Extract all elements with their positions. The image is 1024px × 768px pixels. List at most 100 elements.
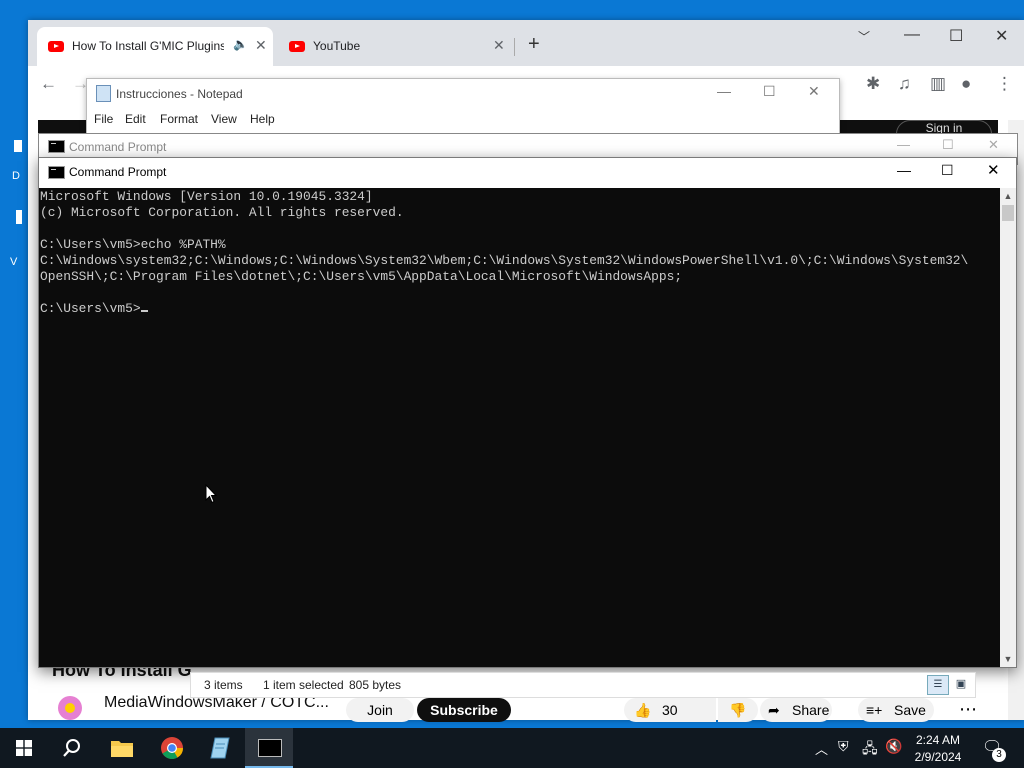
console-prompt-line[interactable]: C:\Users\vm5> — [40, 301, 1000, 317]
speaker-icon[interactable]: 🔈 — [233, 37, 248, 51]
menu-edit[interactable]: Edit — [125, 112, 146, 126]
notification-center-button[interactable]: 🗨 3 — [978, 732, 1018, 764]
maximize-icon[interactable]: ☐ — [941, 162, 954, 179]
media-icon[interactable]: ♫ — [898, 74, 911, 94]
menu-file[interactable]: File — [94, 112, 113, 126]
tab-youtube[interactable]: YouTube ✕ — [278, 27, 514, 66]
save-button[interactable]: ≡+ Save — [858, 698, 934, 722]
windows-logo-icon — [16, 740, 32, 756]
console-prompt: C:\Users\vm5> — [40, 301, 141, 316]
tab-search-icon[interactable]: ﹀ — [858, 28, 870, 45]
dislike-button[interactable]: 👎 — [718, 698, 758, 722]
maximize-icon[interactable]: ☐ — [942, 137, 954, 153]
selection-size: 805 bytes — [349, 678, 402, 692]
cmd-icon — [48, 140, 65, 153]
show-hidden-icons-icon[interactable]: ︿ — [815, 739, 828, 758]
network-icon[interactable]: 🖧 — [862, 738, 878, 762]
side-panel-icon[interactable]: ▥ — [930, 74, 946, 94]
console-line: C:\Users\vm5>echo %PATH% — [40, 237, 226, 252]
menu-format[interactable]: Format — [160, 112, 198, 126]
text-cursor — [140, 310, 148, 312]
close-tab-icon[interactable]: ✕ — [255, 37, 267, 54]
thumb-up-icon: 👍 — [634, 702, 652, 718]
cmd-icon — [48, 166, 65, 179]
share-icon: ➦ — [768, 702, 780, 718]
notification-count: 3 — [992, 748, 1006, 762]
start-button[interactable] — [0, 728, 48, 768]
cmd-icon — [258, 739, 282, 757]
close-tab-icon[interactable]: ✕ — [493, 37, 505, 54]
close-icon[interactable]: ✕ — [987, 161, 1000, 179]
tab-youtube-video[interactable]: How To Install G'MIC Plugins 🔈 ✕ — [37, 27, 273, 66]
selection-count: 1 item selected — [263, 678, 344, 692]
console-line: (c) Microsoft Corporation. All rights re… — [40, 205, 404, 220]
cmd-window: Command Prompt — ☐ ✕ Microsoft Windows [… — [38, 157, 1017, 668]
console-output[interactable]: Microsoft Windows [Version 10.0.19045.33… — [39, 188, 1000, 667]
clock-date: 2/9/2024 — [914, 750, 962, 764]
large-icons-view-icon[interactable]: ▣ — [951, 675, 971, 693]
extensions-icon[interactable]: ✱ — [866, 74, 880, 94]
minimize-icon[interactable]: — — [717, 83, 731, 99]
scroll-up-icon[interactable]: ▲ — [1000, 188, 1016, 204]
scroll-thumb[interactable] — [1002, 205, 1014, 221]
folder-icon — [111, 741, 133, 757]
minimize-icon[interactable]: — — [897, 162, 911, 178]
console-line: C:\Windows\system32;C:\Windows;C:\Window… — [40, 253, 969, 268]
minimize-icon[interactable]: — — [904, 26, 920, 44]
share-label: Share — [792, 702, 830, 718]
subscribe-button[interactable]: Subscribe — [417, 698, 511, 722]
close-icon[interactable]: ✕ — [808, 83, 820, 100]
taskbar-chrome[interactable] — [148, 728, 196, 768]
taskbar-file-explorer[interactable] — [98, 728, 146, 768]
details-view-icon[interactable]: ☰ — [927, 675, 949, 695]
back-icon[interactable]: ← — [40, 74, 57, 94]
explorer-status-bar: 3 items 1 item selected 805 bytes ☰ ▣ — [190, 672, 976, 698]
cmd-back-title: Command Prompt — [69, 140, 167, 154]
taskbar-notepad[interactable] — [196, 728, 244, 768]
subscribe-label: Subscribe — [430, 702, 498, 718]
console-line: Microsoft Windows [Version 10.0.19045.33… — [40, 189, 373, 204]
share-button[interactable]: ➦ Share — [760, 698, 832, 722]
console-scrollbar[interactable]: ▲ ▼ — [1000, 188, 1016, 667]
volume-muted-icon[interactable]: 🔇 — [885, 738, 902, 755]
chrome-icon — [161, 737, 183, 759]
profile-icon[interactable]: ● — [961, 74, 971, 94]
search-icon — [63, 739, 80, 757]
like-button[interactable]: 👍 30 — [624, 698, 716, 722]
maximize-icon[interactable]: ☐ — [763, 83, 776, 100]
youtube-icon — [289, 41, 305, 52]
tab-label: How To Install G'MIC Plugins — [72, 39, 224, 53]
menu-view[interactable]: View — [211, 112, 237, 126]
search-button[interactable] — [48, 728, 96, 768]
notepad-title: Instrucciones - Notepad — [116, 87, 243, 101]
notepad-icon — [210, 737, 230, 759]
channel-avatar[interactable] — [54, 692, 86, 720]
save-icon: ≡+ — [866, 702, 883, 718]
scroll-down-icon[interactable]: ▼ — [1000, 651, 1016, 667]
tab-strip: How To Install G'MIC Plugins 🔈 ✕ YouTube… — [28, 20, 1024, 66]
close-icon[interactable]: ✕ — [995, 26, 1008, 46]
clock-time: 2:24 AM — [915, 733, 961, 747]
menu-icon[interactable]: ⋮ — [996, 74, 1013, 94]
more-actions-icon[interactable]: ⋯ — [956, 698, 980, 722]
minimize-icon[interactable]: — — [897, 137, 910, 152]
close-icon[interactable]: ✕ — [988, 137, 999, 153]
new-tab-button[interactable]: + — [528, 33, 540, 56]
like-count: 30 — [662, 702, 678, 718]
menu-help[interactable]: Help — [250, 112, 275, 126]
console-line: OpenSSH\;C:\Program Files\dotnet\;C:\Use… — [40, 269, 683, 284]
mouse-pointer-icon — [205, 484, 217, 504]
join-button[interactable]: Join — [346, 698, 414, 722]
item-count: 3 items — [204, 678, 243, 692]
join-label: Join — [367, 702, 393, 718]
notepad-window: Instrucciones - Notepad — ☐ ✕ File Edit … — [86, 78, 840, 136]
maximize-icon[interactable]: ☐ — [949, 26, 963, 46]
save-label: Save — [894, 702, 926, 718]
security-icon[interactable]: ⛨ — [838, 738, 849, 755]
tab-label: YouTube — [313, 39, 361, 53]
clock[interactable]: 2:24 AM 2/9/2024 — [906, 730, 970, 766]
youtube-icon — [48, 41, 64, 52]
taskbar-command-prompt[interactable] — [245, 728, 293, 768]
